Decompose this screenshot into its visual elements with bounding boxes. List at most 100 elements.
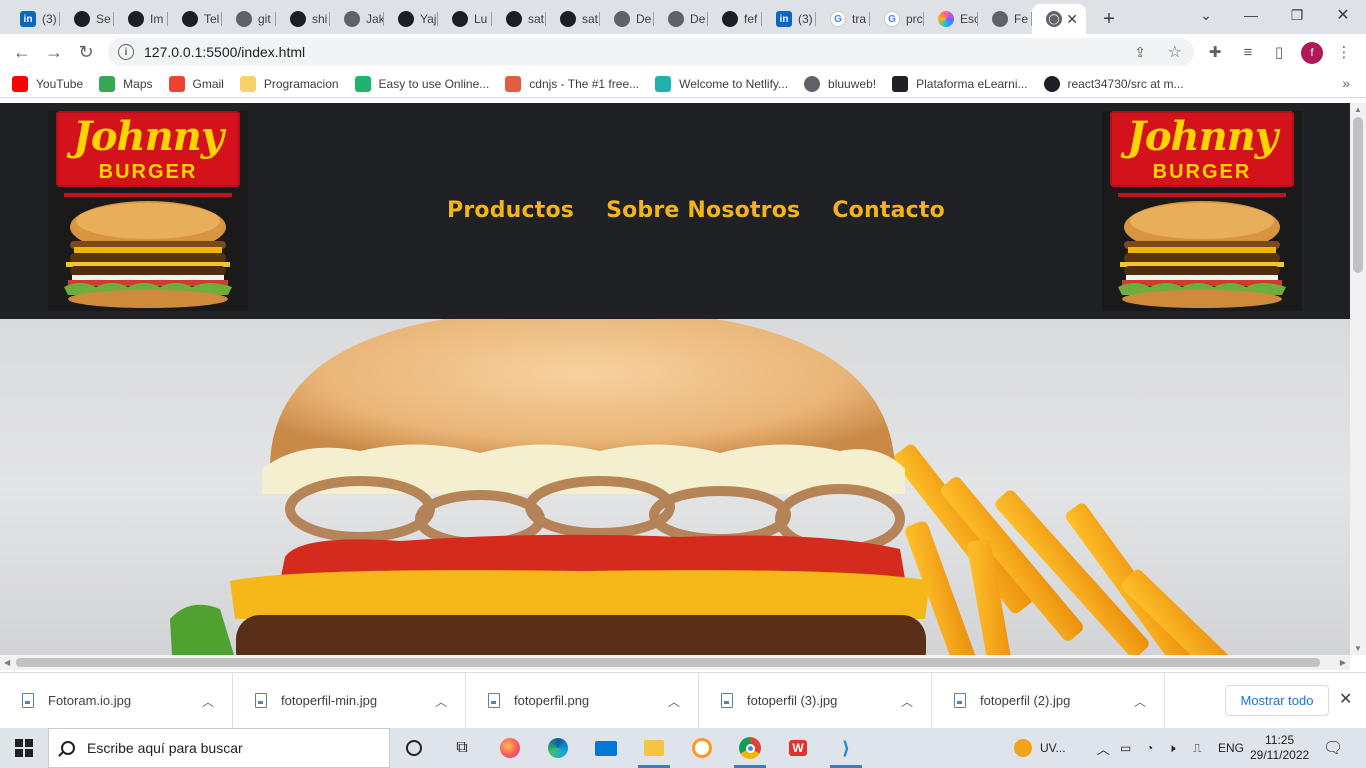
bookmark-item[interactable]: bluuweb! (804, 75, 876, 92)
logo-left[interactable]: Johnny BURGER (48, 111, 248, 311)
nav-link-productos[interactable]: Productos (447, 198, 574, 223)
menu-icon[interactable]: ⋮ (1334, 42, 1354, 62)
reload-icon[interactable]: ↻ (70, 36, 102, 68)
horizontal-scrollbar[interactable]: ◀ ▶ (0, 655, 1350, 670)
notifications-icon[interactable]: 🗨 (1323, 728, 1343, 768)
tab-3[interactable]: Tel (168, 4, 222, 34)
tab-5[interactable]: shi (276, 4, 330, 34)
address-bar[interactable]: i 127.0.0.1:5500/index.html ⇪ ☆ (108, 38, 1194, 66)
vscode-icon[interactable]: ⟩ (822, 728, 870, 768)
back-icon[interactable]: ← (6, 36, 38, 68)
tab-16[interactable]: Gprc (870, 4, 924, 34)
logo-right[interactable]: Johnny BURGER (1102, 111, 1302, 311)
bookmark-star-icon[interactable]: ☆ (1168, 42, 1182, 62)
forward-icon[interactable]: → (38, 36, 70, 68)
download-filename: fotoperfil-min.jpg (281, 693, 378, 708)
tab-12[interactable]: De (654, 4, 708, 34)
chevron-up-icon[interactable]: ︿ (1097, 728, 1110, 768)
clock[interactable]: 11:25 29/11/2022 (1250, 728, 1309, 768)
security-app-icon[interactable] (678, 728, 726, 768)
scroll-down-icon[interactable]: ▼ (1354, 644, 1362, 653)
download-item[interactable]: Fotoram.io.jpg ︿ (0, 672, 233, 729)
reading-list-icon[interactable]: ≡ (1238, 42, 1258, 62)
scroll-thumb[interactable] (16, 658, 1320, 667)
bookmark-item[interactable]: cdnjs - The #1 free... (505, 75, 639, 92)
bookmark-item[interactable]: Maps (99, 75, 153, 92)
url-text[interactable]: 127.0.0.1:5500/index.html (144, 44, 305, 60)
extensions-icon[interactable]: ✚ (1205, 42, 1225, 62)
tab-10[interactable]: sat (546, 4, 600, 34)
scroll-up-icon[interactable]: ▲ (1354, 105, 1362, 114)
tab-18[interactable]: Fe (978, 4, 1032, 34)
tab-0[interactable]: in (3) (6, 4, 60, 34)
wps-office-icon[interactable]: W (774, 728, 822, 768)
bookmark-item[interactable]: Easy to use Online... (354, 75, 489, 92)
tab-13[interactable]: fef (708, 4, 762, 34)
close-icon[interactable]: ✕ (1066, 11, 1078, 28)
tab-1[interactable]: Se (60, 4, 114, 34)
chevron-up-icon[interactable]: ︿ (202, 693, 214, 710)
cortana-icon[interactable] (390, 728, 438, 768)
bookmark-item[interactable]: Gmail (168, 75, 224, 92)
show-all-button[interactable]: Mostrar todo (1225, 685, 1329, 716)
chevron-up-icon[interactable]: ︿ (668, 693, 680, 710)
tab-14[interactable]: in (3) (762, 4, 816, 34)
download-item[interactable]: fotoperfil (3).jpg ︿ (699, 672, 932, 729)
tab-9[interactable]: sat (492, 4, 546, 34)
tab-active[interactable]: ◯ ✕ (1032, 4, 1086, 34)
vertical-scrollbar[interactable]: ▲ ▼ (1350, 103, 1366, 655)
language-switch-icon[interactable]: ⎍ (1193, 728, 1201, 768)
tray-app[interactable]: UV... (1014, 728, 1066, 768)
hero-image (0, 319, 1350, 655)
profile-avatar[interactable]: f (1301, 42, 1323, 64)
download-item[interactable]: fotoperfil (2).jpg ︿ (932, 672, 1165, 729)
tab-8[interactable]: Lu (438, 4, 492, 34)
scroll-thumb[interactable] (1353, 117, 1363, 273)
taskbar-search[interactable]: Escribe aquí para buscar (48, 728, 390, 768)
chevron-up-icon[interactable]: ︿ (901, 693, 913, 710)
scroll-left-icon[interactable]: ◀ (4, 658, 10, 667)
start-button[interactable] (0, 728, 48, 768)
new-tab-button[interactable]: + (1094, 4, 1124, 34)
language-indicator[interactable]: ENG (1218, 728, 1244, 768)
restore-icon[interactable]: ❐ (1277, 4, 1317, 26)
side-panel-icon[interactable]: ▯ (1269, 42, 1289, 62)
scroll-right-icon[interactable]: ▶ (1340, 658, 1346, 667)
task-view-icon[interactable]: ⧉ (438, 728, 486, 768)
bookmark-item[interactable]: Programacion (239, 75, 339, 92)
edge-icon[interactable] (534, 728, 582, 768)
chrome-icon[interactable] (726, 728, 774, 768)
tab-11[interactable]: De (600, 4, 654, 34)
tab-6[interactable]: Jak (330, 4, 384, 34)
file-explorer-icon[interactable] (630, 728, 678, 768)
share-icon[interactable]: ⇪ (1134, 44, 1146, 61)
firefox-icon[interactable] (486, 728, 534, 768)
battery-icon[interactable]: ▭ (1120, 728, 1131, 768)
minimize-icon[interactable]: — (1231, 4, 1271, 26)
chevron-up-icon[interactable]: ︿ (1134, 693, 1146, 710)
tab-2[interactable]: Im (114, 4, 168, 34)
bookmark-item[interactable]: YouTube (12, 75, 83, 92)
tab-7[interactable]: Yaj (384, 4, 438, 34)
chevron-up-icon[interactable]: ︿ (435, 693, 447, 710)
bookmark-item[interactable]: Welcome to Netlify... (655, 75, 788, 92)
tab-label: Lu (474, 12, 488, 26)
bookmark-item[interactable]: react34730/src at m... (1043, 75, 1184, 92)
download-filename: Fotoram.io.jpg (48, 693, 132, 708)
tab-4[interactable]: git (222, 4, 276, 34)
mail-icon[interactable] (582, 728, 630, 768)
nav-link-contacto[interactable]: Contacto (832, 198, 945, 223)
wifi-icon[interactable]: ◔ (1146, 728, 1153, 768)
tab-15[interactable]: Gtra (816, 4, 870, 34)
tab-17[interactable]: Esc (924, 4, 978, 34)
download-item[interactable]: fotoperfil-min.jpg ︿ (233, 672, 466, 729)
download-item[interactable]: fotoperfil.png ︿ (466, 672, 699, 729)
bookmark-item[interactable]: Plataforma eLearni... (892, 75, 1028, 92)
more-bookmarks-icon[interactable]: » (1342, 75, 1350, 91)
volume-icon[interactable]: 🕨 (1168, 728, 1176, 768)
nav-link-sobre-nosotros[interactable]: Sobre Nosotros (606, 198, 800, 223)
info-icon[interactable]: i (118, 44, 134, 60)
tab-search-icon[interactable]: ⌄ (1186, 4, 1226, 26)
close-icon[interactable]: ✕ (1339, 689, 1352, 709)
close-window-icon[interactable]: ✕ (1323, 4, 1363, 26)
